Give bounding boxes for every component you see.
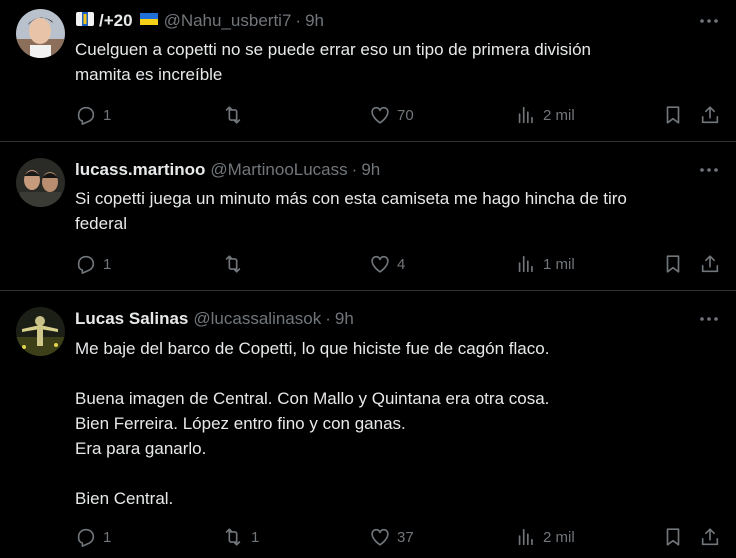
timestamp[interactable]: 9h: [305, 11, 324, 31]
like-button[interactable]: 4: [369, 251, 405, 277]
bookmark-button[interactable]: [662, 102, 684, 128]
reply-count: 1: [103, 106, 112, 124]
views-chart-icon: [518, 255, 533, 273]
views-chart-icon: [518, 106, 533, 124]
retweet-button[interactable]: 1: [221, 524, 259, 550]
bookmark-button[interactable]: [662, 251, 684, 277]
heart-icon: [371, 528, 389, 546]
share-button[interactable]: [699, 524, 721, 550]
bookmark-icon: [666, 255, 680, 273]
tweet-header: Lucas Salinas @lucassalinasok · 9h: [75, 308, 354, 330]
like-count: 70: [397, 106, 414, 124]
retweet-count: 1: [251, 528, 260, 546]
avatar[interactable]: [16, 307, 65, 356]
display-name[interactable]: lucass.martinoo: [75, 160, 205, 180]
heart-icon: [371, 106, 389, 124]
tweet-header: lucass.martinoo @MartinooLucass · 9h: [75, 159, 380, 181]
separator-dot: ·: [325, 309, 331, 328]
views-count: 2 mil: [543, 528, 575, 546]
avatar[interactable]: [16, 158, 65, 207]
views-button[interactable]: 1 mil: [515, 251, 575, 277]
tweet-line: federal: [75, 214, 127, 233]
tweet-line: Era para ganarlo.: [75, 439, 207, 458]
share-icon: [701, 528, 719, 546]
tweet-line: [75, 361, 715, 386]
views-chart-icon: [518, 528, 533, 546]
bookmark-button[interactable]: [662, 524, 684, 550]
retweet-icon: [225, 255, 241, 273]
bookmark-icon: [666, 106, 680, 124]
display-name[interactable]: Lucas Salinas: [75, 309, 188, 329]
tweet[interactable]: lucass.martinoo @MartinooLucass · 9h Si …: [0, 142, 736, 291]
views-count: 2 mil: [543, 106, 575, 124]
retweet-button[interactable]: [221, 251, 251, 277]
timestamp[interactable]: 9h: [335, 309, 354, 329]
reply-count: 1: [103, 255, 112, 273]
share-icon: [701, 106, 719, 124]
like-count: 4: [397, 255, 406, 273]
tweet-line: Si copetti juega un minuto más con esta …: [75, 189, 627, 208]
like-button[interactable]: 70: [369, 102, 414, 128]
tweet-line: Buena imagen de Central. Con Mallo y Qui…: [75, 389, 550, 408]
tweet-line: [75, 461, 715, 486]
action-bar: 1 4 1 mil: [75, 251, 725, 277]
reply-button[interactable]: 1: [75, 102, 111, 128]
reply-button[interactable]: 1: [75, 524, 111, 550]
tweet-header: /+20 @Nahu_usberti7 · 9h: [75, 10, 324, 32]
views-count: 1 mil: [543, 255, 575, 273]
heart-icon: [371, 255, 389, 273]
reply-icon: [77, 106, 95, 125]
action-bar: 1 70 2 mil: [75, 102, 725, 128]
user-handle[interactable]: @MartinooLucass: [210, 160, 347, 180]
share-button[interactable]: [699, 102, 721, 128]
more-options-icon[interactable]: [698, 159, 720, 181]
tweet-text: Si copetti juega un minuto más con esta …: [75, 186, 715, 236]
tweet-line: Me baje del barco de Copetti, lo que hic…: [75, 339, 550, 358]
retweet-icon: [225, 106, 241, 124]
ukraine-flag-icon: [139, 11, 159, 32]
share-button[interactable]: [699, 251, 721, 277]
display-name[interactable]: /+20: [99, 11, 133, 31]
tweet-line: Cuelguen a copetti no se puede errar eso…: [75, 40, 591, 59]
tweet-line: Bien Central.: [75, 489, 174, 508]
flag-icon: [75, 11, 95, 32]
tweet-text: Cuelguen a copetti no se puede errar eso…: [75, 37, 715, 87]
more-options-icon[interactable]: [698, 10, 720, 32]
tweet-text: Me baje del barco de Copetti, lo que hic…: [75, 336, 715, 511]
timestamp[interactable]: 9h: [361, 160, 380, 180]
retweet-button[interactable]: [221, 102, 251, 128]
views-button[interactable]: 2 mil: [515, 524, 575, 550]
user-handle[interactable]: @Nahu_usberti7: [164, 11, 292, 31]
separator-dot: ·: [295, 11, 302, 30]
tweet[interactable]: /+20 @Nahu_usberti7 · 9h Cuelguen a cope…: [0, 0, 736, 142]
share-icon: [701, 255, 719, 273]
reply-icon: [77, 528, 95, 547]
bookmark-icon: [666, 528, 680, 546]
reply-button[interactable]: 1: [75, 251, 111, 277]
avatar[interactable]: [16, 9, 65, 58]
tweet[interactable]: Lucas Salinas @lucassalinasok · 9h Me ba…: [0, 291, 736, 558]
like-button[interactable]: 37: [369, 524, 414, 550]
action-bar: 1 1 37 2 mil: [75, 524, 725, 550]
views-button[interactable]: 2 mil: [515, 102, 575, 128]
separator-dot: ·: [351, 160, 358, 179]
more-options-icon[interactable]: [698, 308, 720, 330]
tweet-line: mamita es increíble: [75, 65, 223, 84]
tweet-line: Bien Ferreira. López entro fino y con ga…: [75, 414, 406, 433]
reply-count: 1: [103, 528, 112, 546]
like-count: 37: [397, 528, 414, 546]
reply-icon: [77, 255, 95, 274]
user-handle[interactable]: @lucassalinasok: [193, 309, 321, 329]
retweet-icon: [225, 528, 241, 546]
